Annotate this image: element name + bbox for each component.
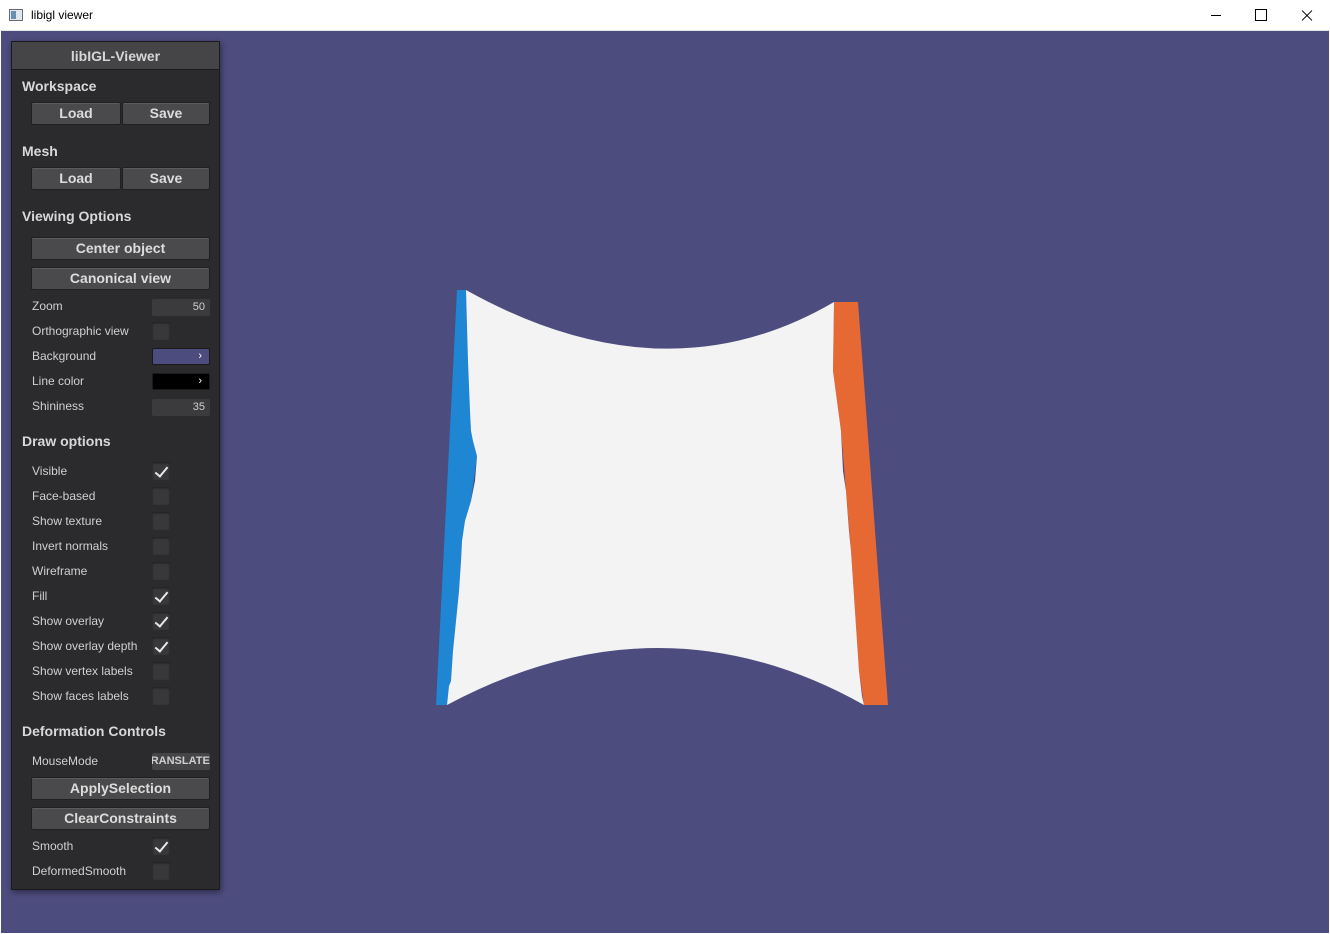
wireframe-label: Wireframe [32,564,88,578]
orthographic-view-checkbox[interactable] [152,322,170,340]
workspace-header[interactable]: Workspace [22,78,96,94]
show-texture-label: Show texture [32,514,103,528]
invert-normals-label: Invert normals [32,539,109,553]
show-overlay-depth-checkbox[interactable] [152,637,170,655]
close-button[interactable] [1284,0,1330,30]
zoom-input[interactable]: 50 [152,299,210,316]
minimize-button[interactable] [1193,0,1239,30]
show-overlay-depth-label: Show overlay depth [32,639,138,653]
chevron-right-icon: › [198,350,202,362]
chevron-right-icon: › [198,375,202,387]
visible-checkbox[interactable] [152,462,170,480]
face-based-label: Face-based [32,489,96,503]
mesh-load-button[interactable]: Load [31,167,121,190]
smooth-checkbox[interactable] [152,837,170,855]
window-titlebar[interactable]: libigl viewer [0,0,1330,31]
invert-normals-checkbox[interactable] [152,537,170,555]
show-faces-labels-label: Show faces labels [32,689,129,703]
apply-selection-button[interactable]: ApplySelection [31,777,210,800]
mousemode-combo[interactable]: TRANSLATE [152,753,210,770]
show-overlay-checkbox[interactable] [152,612,170,630]
mousemode-label: MouseMode [32,754,99,768]
panel-title[interactable]: libIGL-Viewer [12,42,219,70]
show-vertex-labels-label: Show vertex labels [32,664,133,678]
line-color-label: Line color [32,374,85,388]
show-overlay-label: Show overlay [32,614,105,628]
mesh-header[interactable]: Mesh [22,143,58,159]
app-icon [9,9,23,21]
show-texture-checkbox[interactable] [152,512,170,530]
deformed-mesh[interactable] [447,290,864,705]
workspace-load-button[interactable]: Load [31,102,121,125]
background-color-picker[interactable]: › [152,348,210,365]
fill-checkbox[interactable] [152,587,170,605]
workspace-save-button[interactable]: Save [122,102,210,125]
clear-constraints-button[interactable]: ClearConstraints [31,807,210,830]
smooth-label: Smooth [32,839,74,853]
shininess-input[interactable]: 35 [152,399,210,416]
wireframe-checkbox[interactable] [152,562,170,580]
deformation-controls-header[interactable]: Deformation Controls [22,723,166,739]
center-object-button[interactable]: Center object [31,237,210,260]
shininess-label: Shininess [32,399,85,413]
draw-options-header[interactable]: Draw options [22,433,111,449]
mesh-save-button[interactable]: Save [122,167,210,190]
maximize-button[interactable] [1238,0,1284,30]
viewer-menu-panel[interactable]: libIGL-Viewer Workspace Load Save Mesh L… [11,41,220,890]
face-based-checkbox[interactable] [152,487,170,505]
show-faces-labels-checkbox[interactable] [152,687,170,705]
orthographic-view-label: Orthographic view [32,324,129,338]
viewing-options-header[interactable]: Viewing Options [22,208,131,224]
background-label: Background [32,349,97,363]
deformed-smooth-label: DeformedSmooth [32,864,127,878]
window-title: libigl viewer [31,8,94,22]
zoom-label: Zoom [32,299,63,313]
fill-label: Fill [32,589,48,603]
deformed-smooth-checkbox[interactable] [152,862,170,880]
line-color-picker[interactable]: › [152,373,210,390]
canonical-view-button[interactable]: Canonical view [31,267,210,290]
visible-label: Visible [32,464,68,478]
show-vertex-labels-checkbox[interactable] [152,662,170,680]
